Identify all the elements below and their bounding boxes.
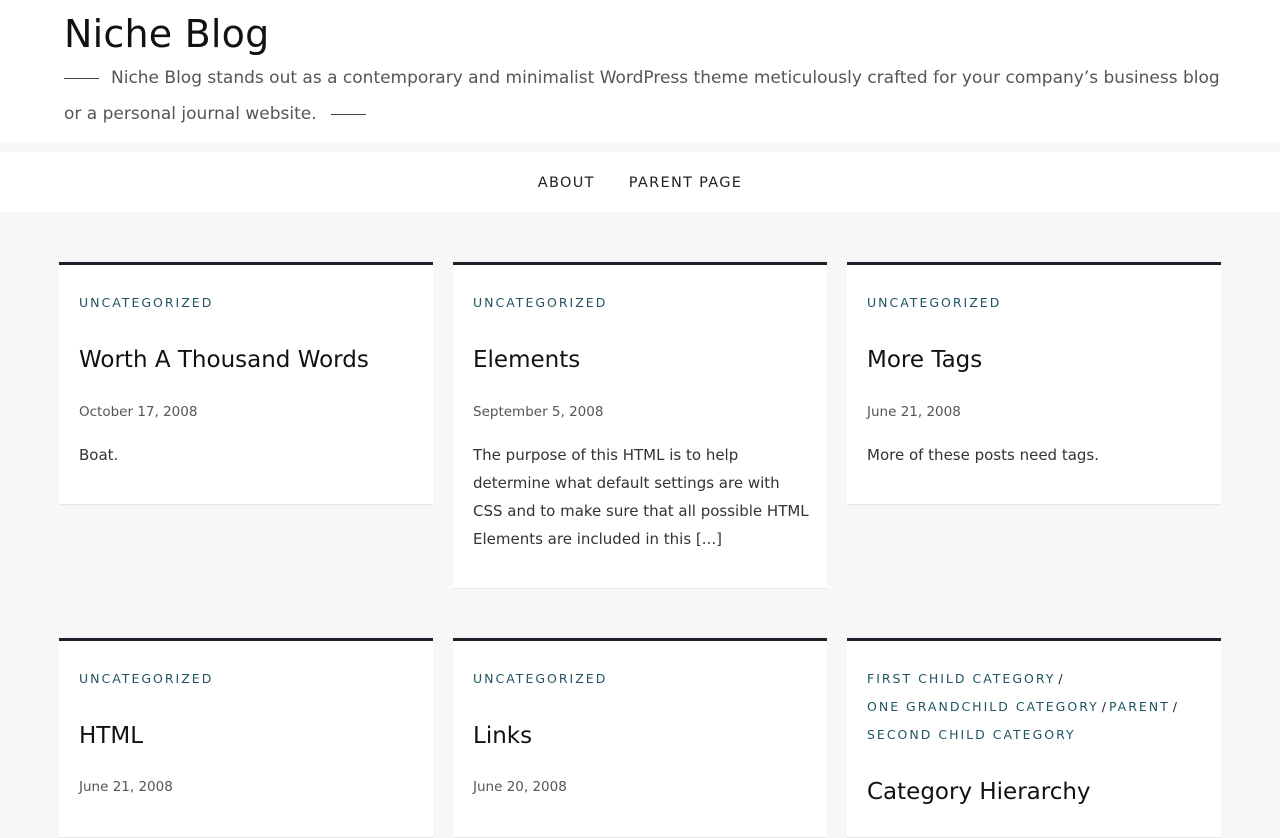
post-category: UNCATEGORIZED <box>79 289 213 317</box>
site-tagline: Niche Blog stands out as a contemporary … <box>64 60 1224 132</box>
main-navigation: ABOUT PARENT PAGE <box>0 152 1280 212</box>
post-title[interactable]: More Tags <box>867 345 982 375</box>
nav-item-parent-page[interactable]: PARENT PAGE <box>629 175 742 191</box>
category-separator: / <box>1101 699 1106 714</box>
site-header: Niche Blog Niche Blog stands out as a co… <box>0 0 1280 142</box>
category-link-second-child[interactable]: SECOND CHILD CATEGORY <box>867 727 1076 742</box>
post-categories: FIRST CHILD CATEGORY / ONE GRANDCHILD CAT… <box>867 665 1201 749</box>
tagline-text: Niche Blog stands out as a contemporary … <box>64 68 1220 124</box>
post-category: UNCATEGORIZED <box>867 289 1001 317</box>
site-title[interactable]: Niche Blog <box>64 10 269 58</box>
post-date[interactable]: June 20, 2008 <box>473 777 567 797</box>
tagline-dash-start <box>64 77 99 79</box>
post-card: UNCATEGORIZED Links June 20, 2008 <box>453 638 827 838</box>
tagline-dash-end <box>330 113 366 115</box>
post-card: UNCATEGORIZED Worth A Thousand Words Oct… <box>59 262 433 505</box>
category-link[interactable]: UNCATEGORIZED <box>79 295 213 310</box>
post-title[interactable]: Category Hierarchy <box>867 777 1091 807</box>
nav-item-about[interactable]: ABOUT <box>538 175 595 191</box>
category-link[interactable]: UNCATEGORIZED <box>473 671 607 686</box>
post-title[interactable]: Worth A Thousand Words <box>79 345 369 375</box>
category-link[interactable]: UNCATEGORIZED <box>79 671 213 686</box>
post-title[interactable]: Links <box>473 721 532 751</box>
post-excerpt: More of these posts need tags. <box>867 446 1100 464</box>
post-excerpt: Boat. <box>79 446 119 464</box>
category-separator: / <box>1172 699 1178 714</box>
category-link-parent[interactable]: PARENT <box>1109 699 1170 714</box>
category-separator: / <box>1058 671 1063 686</box>
category-link[interactable]: UNCATEGORIZED <box>473 295 607 310</box>
post-excerpt: The purpose of this HTML is to help dete… <box>473 446 809 548</box>
post-date[interactable]: September 5, 2008 <box>473 402 603 422</box>
post-date[interactable]: June 21, 2008 <box>79 777 173 797</box>
post-category: UNCATEGORIZED <box>473 665 607 693</box>
post-category: UNCATEGORIZED <box>473 289 607 317</box>
category-link[interactable]: UNCATEGORIZED <box>867 295 1001 310</box>
post-date[interactable]: October 17, 2008 <box>79 402 197 422</box>
post-card: UNCATEGORIZED More Tags June 21, 2008 Mo… <box>847 262 1221 505</box>
post-card: UNCATEGORIZED HTML June 21, 2008 <box>59 638 433 838</box>
category-link-first-child[interactable]: FIRST CHILD CATEGORY <box>867 671 1055 686</box>
post-card: UNCATEGORIZED Elements September 5, 2008… <box>453 262 827 589</box>
post-date[interactable]: June 21, 2008 <box>867 402 961 422</box>
post-card: FIRST CHILD CATEGORY / ONE GRANDCHILD CAT… <box>847 638 1221 838</box>
post-title[interactable]: Elements <box>473 345 580 375</box>
post-category: UNCATEGORIZED <box>79 665 213 693</box>
post-title[interactable]: HTML <box>79 721 143 751</box>
category-link-one-grandchild[interactable]: ONE GRANDCHILD CATEGORY <box>867 699 1099 714</box>
